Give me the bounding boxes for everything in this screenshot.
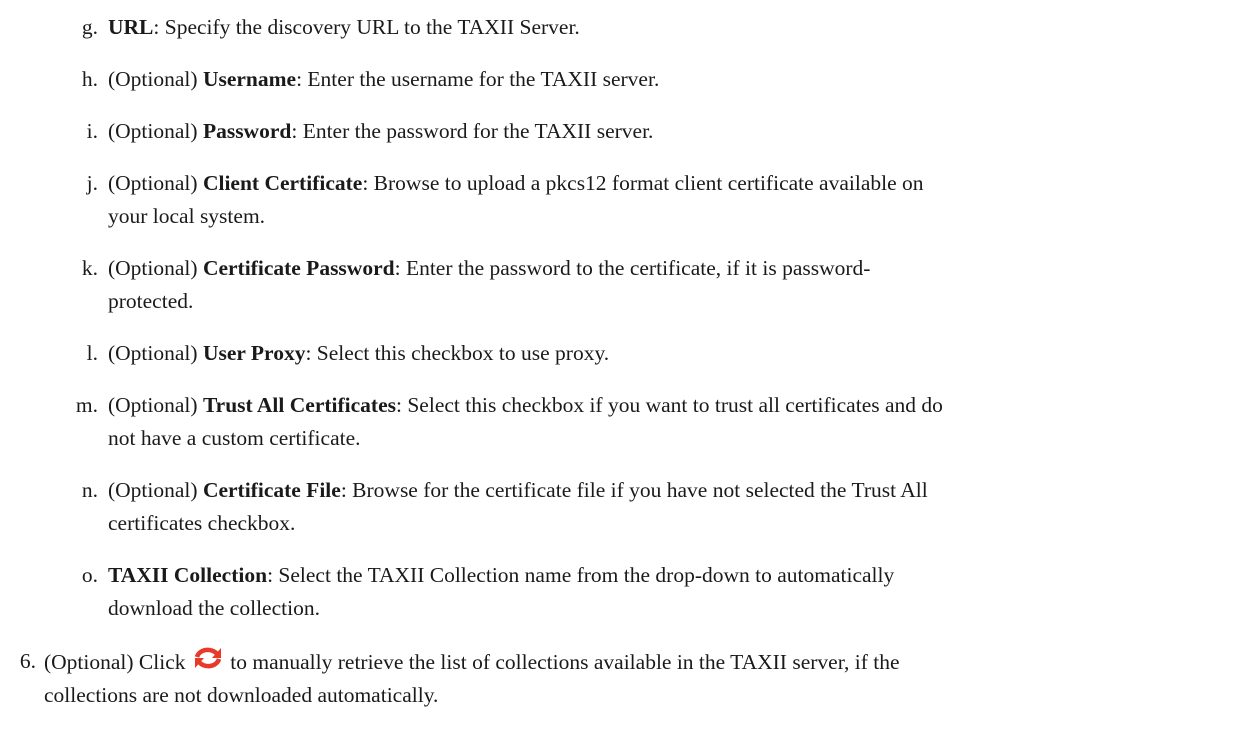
- list-marker: k.: [81, 256, 98, 280]
- term-certificate-file: Certificate File: [202, 478, 341, 502]
- list-marker: m.: [75, 393, 98, 417]
- item-description: : Browse for the certificate file if you…: [340, 478, 928, 502]
- item-description: : Browse to upload a pkcs12 format clien…: [362, 171, 924, 195]
- step-suffix: to manually retrieve the list of collect…: [230, 650, 900, 674]
- optional-label: (Optional): [108, 393, 203, 417]
- term-trust-all-certificates: Trust All Certificates: [202, 393, 396, 417]
- item-description: : Specify the discovery URL to the TAXII…: [153, 15, 580, 39]
- item-description-continued: download the collection.: [108, 596, 320, 620]
- optional-label: (Optional): [108, 256, 203, 280]
- refresh-icon: [194, 647, 222, 669]
- item-description: : Enter the username for the TAXII serve…: [296, 67, 660, 91]
- item-description-continued: certificates checkbox.: [108, 511, 296, 535]
- list-marker: n.: [81, 478, 98, 502]
- term-certificate-password: Certificate Password: [202, 256, 395, 280]
- optional-label: (Optional): [108, 171, 203, 195]
- list-marker: g.: [81, 15, 98, 39]
- list-marker: h.: [81, 67, 98, 91]
- term-username: Username: [202, 67, 297, 91]
- optional-label: (Optional): [108, 67, 203, 91]
- list-marker: i.: [86, 119, 98, 143]
- term-password: Password: [202, 119, 292, 143]
- item-description: : Enter the password for the TAXII serve…: [291, 119, 654, 143]
- optional-label: (Optional): [108, 341, 203, 365]
- term-url: URL: [108, 15, 154, 39]
- optional-label: (Optional): [108, 478, 203, 502]
- item-description: : Enter the password to the certificate,…: [394, 256, 871, 280]
- list-marker: j.: [86, 171, 98, 195]
- list-marker: o.: [81, 563, 98, 587]
- list-marker: l.: [86, 341, 98, 365]
- term-taxii-collection: TAXII Collection: [108, 563, 268, 587]
- item-description-continued: your local system.: [108, 204, 266, 228]
- item-description-continued: protected.: [108, 289, 194, 313]
- step-prefix: (Optional) Click: [44, 650, 186, 674]
- step-number: 6.: [19, 649, 36, 673]
- item-description: : Select this checkbox to use proxy.: [305, 341, 610, 365]
- optional-label: (Optional): [108, 119, 203, 143]
- term-client-certificate: Client Certificate: [202, 171, 363, 195]
- item-description-continued: not have a custom certificate.: [108, 426, 361, 450]
- item-description: : Select the TAXII Collection name from …: [267, 563, 895, 587]
- step-continued: collections are not downloaded automatic…: [44, 683, 439, 707]
- item-description: : Select this checkbox if you want to tr…: [396, 393, 943, 417]
- term-user-proxy: User Proxy: [202, 341, 306, 365]
